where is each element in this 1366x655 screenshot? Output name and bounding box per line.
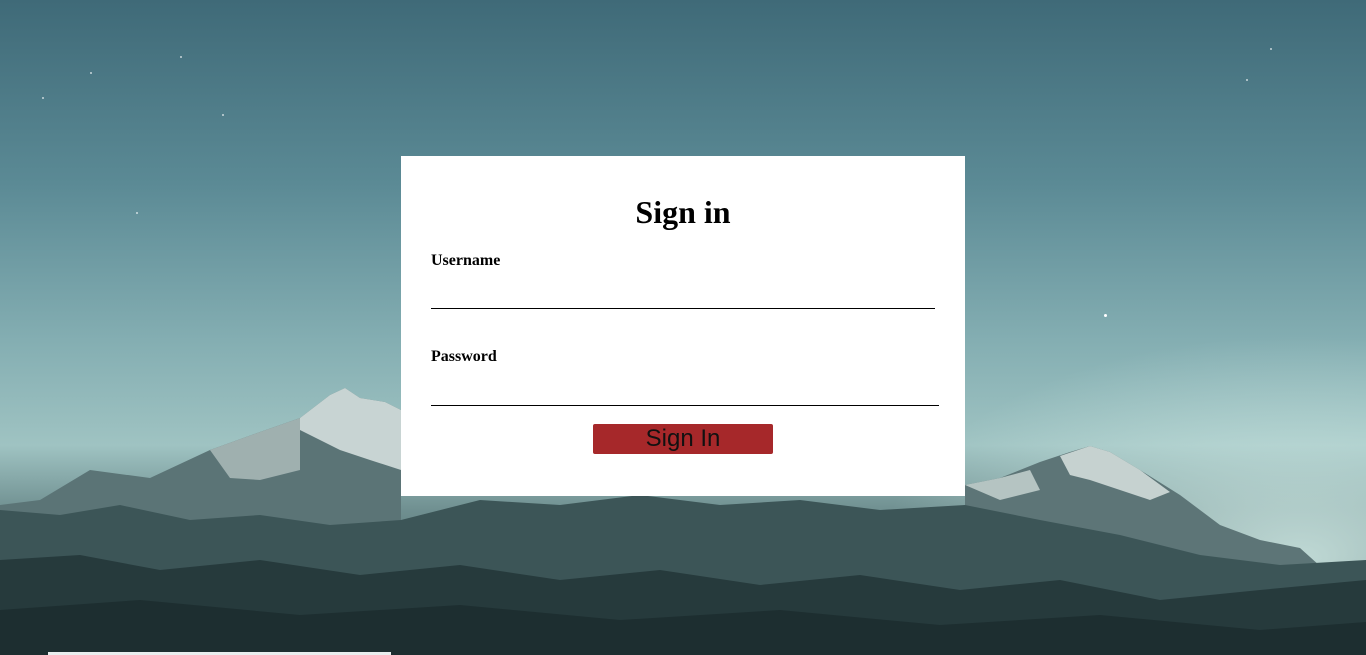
password-label: Password xyxy=(431,348,497,365)
password-input[interactable] xyxy=(431,378,939,406)
username-input[interactable] xyxy=(431,281,935,309)
signin-form: Username Password Sign In xyxy=(401,156,965,496)
signin-button[interactable]: Sign In xyxy=(593,424,773,454)
username-label: Username xyxy=(431,252,501,269)
